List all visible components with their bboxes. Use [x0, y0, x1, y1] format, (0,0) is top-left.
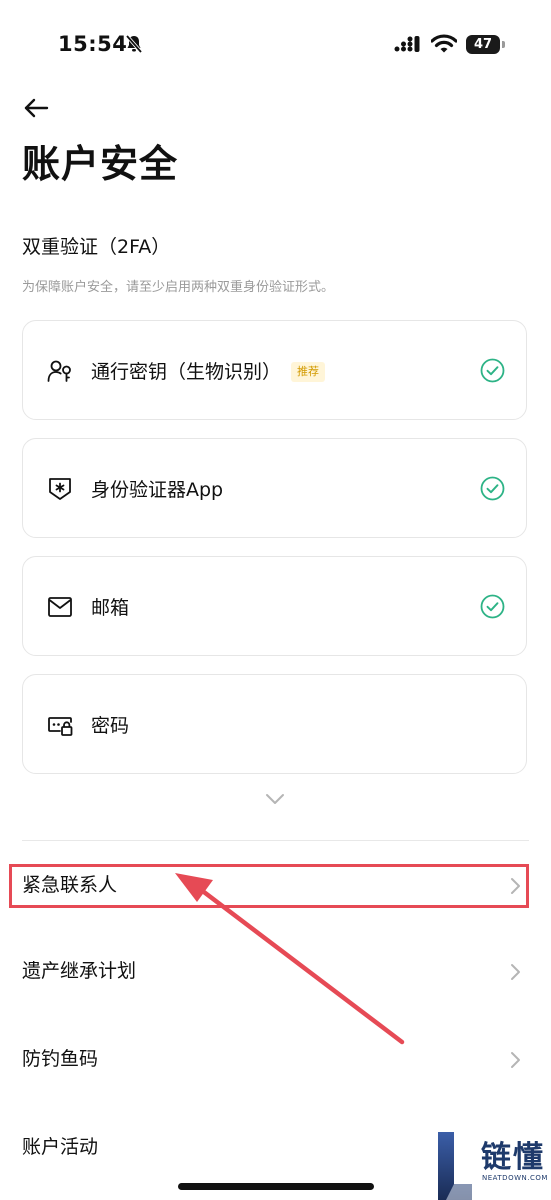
cellular-signal-icon: [394, 36, 420, 52]
annotation-highlight-box: [9, 864, 529, 908]
chevron-down-icon[interactable]: [264, 792, 286, 806]
two-fa-password-card[interactable]: 密码: [22, 674, 527, 774]
menu-item-label: 遗产继承计划: [22, 960, 137, 982]
watermark: 链懂 NEATDOWN.COM: [434, 1130, 551, 1200]
check-circle-icon: [480, 358, 505, 383]
menu-item-inheritance-plan[interactable]: 遗产继承计划: [0, 942, 551, 1002]
recommended-badge: 推荐: [291, 362, 326, 382]
chevron-right-icon: [511, 1052, 520, 1068]
two-fa-password-label: 密码: [91, 715, 130, 737]
passkey-label-text: 通行密钥（生物识别）: [91, 361, 282, 383]
status-bar: 15:54 47: [0, 0, 551, 90]
two-fa-email-label: 邮箱: [91, 597, 130, 619]
check-circle-icon: [480, 476, 505, 501]
password-lock-icon: [48, 717, 73, 736]
two-fa-passkey-label: 通行密钥（生物识别） 推荐: [91, 357, 326, 384]
chevron-right-icon: [511, 964, 520, 980]
menu-item-anti-phishing-code[interactable]: 防钓鱼码: [0, 1030, 551, 1090]
two-fa-passkey-card[interactable]: 通行密钥（生物识别） 推荐: [22, 320, 527, 420]
mail-icon: [48, 597, 72, 617]
bell-muted-icon: [125, 34, 143, 54]
shield-authenticator-icon: [49, 478, 71, 500]
section-divider: [22, 840, 529, 841]
two-fa-authenticator-card[interactable]: 身份验证器App: [22, 438, 527, 538]
menu-item-label: 防钓鱼码: [22, 1048, 99, 1070]
wifi-icon: [431, 34, 457, 53]
two-fa-section-title: 双重验证（2FA）: [22, 236, 171, 258]
two-fa-authenticator-label: 身份验证器App: [91, 479, 224, 501]
watermark-text: 链懂: [481, 1140, 545, 1175]
passkey-user-icon: [47, 360, 71, 382]
two-fa-email-card[interactable]: 邮箱: [22, 556, 527, 656]
check-circle-icon: [480, 594, 505, 619]
back-arrow-icon[interactable]: [22, 96, 50, 120]
battery-tip: [502, 41, 505, 48]
two-fa-section-description: 为保障账户安全，请至少启用两种双重身份验证形式。: [22, 280, 335, 295]
watermark-logo: [438, 1132, 472, 1200]
watermark-subtext: NEATDOWN.COM: [482, 1174, 548, 1182]
battery-indicator: 47: [466, 35, 500, 54]
status-time: 15:54: [58, 32, 128, 56]
page-title: 账户安全: [22, 142, 179, 186]
menu-item-label: 账户活动: [22, 1136, 99, 1158]
home-indicator: [178, 1183, 374, 1190]
